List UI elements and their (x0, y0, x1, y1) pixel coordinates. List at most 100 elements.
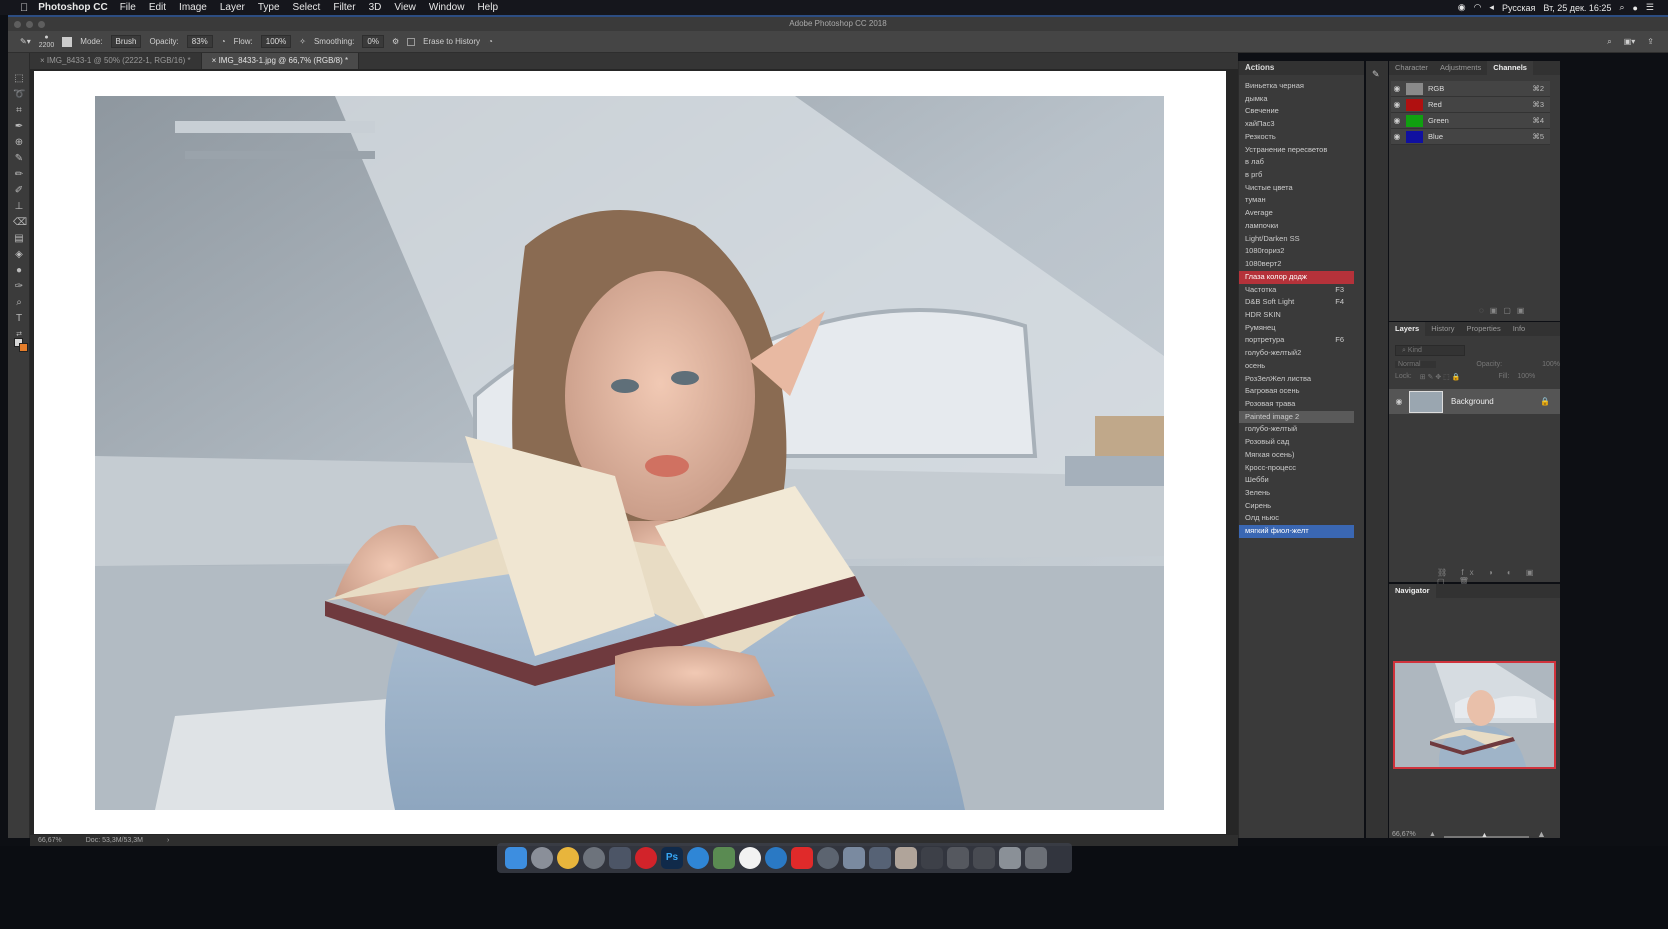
notification-icon[interactable]: ☰ (1646, 2, 1654, 13)
menu-edit[interactable]: Edit (149, 2, 166, 13)
action-item[interactable]: Частотка F3 (1239, 284, 1354, 297)
finder-icon[interactable] (505, 847, 527, 869)
tab-adjustments[interactable]: Adjustments (1434, 61, 1487, 75)
menu-3d[interactable]: 3D (369, 2, 382, 13)
action-item[interactable]: лампочки (1239, 220, 1354, 233)
pencil-tool-icon[interactable]: ✏ (13, 169, 25, 181)
menu-file[interactable]: File (120, 2, 136, 13)
action-item[interactable]: туман (1239, 194, 1354, 207)
action-item[interactable]: голубо-желтый2 (1239, 347, 1354, 360)
action-item[interactable]: Багровая осень (1239, 385, 1354, 398)
healing-tool-icon[interactable]: ⊕ (13, 137, 25, 149)
mixer-brush-tool-icon[interactable]: ✐ (13, 185, 25, 197)
layer-visibility-icon[interactable]: ◉ (1389, 397, 1409, 406)
trash-icon[interactable] (1025, 847, 1047, 869)
folder-icon[interactable] (921, 847, 943, 869)
type-tool-icon[interactable]: T (13, 313, 25, 325)
app-screens-icon[interactable] (843, 847, 865, 869)
launchpad-icon[interactable] (531, 847, 553, 869)
menu-type[interactable]: Type (258, 2, 280, 13)
tab-channels[interactable]: Channels (1487, 61, 1533, 75)
image-capture-icon[interactable] (869, 847, 891, 869)
airbrush-icon[interactable]: ✧ (299, 37, 306, 46)
action-item[interactable]: Average (1239, 207, 1354, 220)
app-compass-icon[interactable] (817, 847, 839, 869)
lasso-tool-icon[interactable]: ➰ (13, 89, 25, 101)
volume-icon[interactable]: ◂ (1489, 2, 1494, 13)
share-icon[interactable]: ⇪ (1647, 37, 1654, 47)
channel-row-rgb[interactable]: ◉ RGB ⌘2 (1391, 81, 1550, 97)
app-w-icon[interactable] (765, 847, 787, 869)
system-preferences-icon[interactable] (583, 847, 605, 869)
dodge-tool-icon[interactable]: ● (13, 265, 25, 277)
navigator-preview[interactable] (1393, 661, 1556, 769)
action-item[interactable]: Шебби (1239, 474, 1354, 487)
pressure-opacity-icon[interactable]: ◔ (221, 37, 226, 46)
gradient-tool-icon[interactable]: ▤ (13, 233, 25, 245)
channel-visibility-icon[interactable]: ◉ (1391, 100, 1403, 109)
menu-filter[interactable]: Filter (333, 2, 355, 13)
actions-panel-title[interactable]: Actions (1239, 61, 1364, 75)
action-item[interactable]: 1080верт2 (1239, 258, 1354, 271)
status-icon[interactable]: ◉ (1458, 2, 1466, 13)
menu-image[interactable]: Image (179, 2, 207, 13)
tab-document-2[interactable]: × IMG_8433-1.jpg @ 66,7% (RGB/8) * (201, 53, 360, 69)
layer-kind-filter[interactable]: ⌕ Kind (1395, 345, 1465, 356)
action-item[interactable]: Розовая трава (1239, 398, 1354, 411)
navigator-zoom[interactable]: 66,67% (1392, 831, 1416, 838)
close-window-button[interactable] (14, 21, 21, 28)
app-menu[interactable]: Photoshop CC (38, 2, 107, 13)
mode-select[interactable]: Brush (110, 35, 142, 48)
layer-lock-icon[interactable]: 🔒 (1540, 397, 1550, 406)
channel-row-red[interactable]: ◉ Red ⌘3 (1391, 97, 1550, 113)
tab-properties[interactable]: Properties (1461, 322, 1507, 336)
crop-tool-icon[interactable]: ⌗ (13, 105, 25, 117)
brush-panel-icon[interactable] (62, 36, 73, 47)
tab-character[interactable]: Character (1389, 61, 1434, 75)
action-item[interactable]: Мягкая осень) (1239, 449, 1354, 462)
zoom-tool-icon[interactable]: ⌕ (13, 297, 25, 309)
menu-view[interactable]: View (394, 2, 416, 13)
lock-icons[interactable]: ⊞ ✎ ✥ ⬚ 🔒 (1420, 373, 1461, 381)
navigator-slider-thumb[interactable]: ▲ (1481, 832, 1488, 839)
opacity-field[interactable]: 83% (186, 35, 213, 48)
action-item[interactable]: в ргб (1239, 169, 1354, 182)
preview-icon[interactable] (609, 847, 631, 869)
tab-layers[interactable]: Layers (1389, 322, 1426, 336)
action-item[interactable]: дымка (1239, 93, 1354, 106)
smoothing-settings-icon[interactable]: ⚙ (392, 37, 399, 46)
action-item[interactable]: Painted image 2 (1239, 410, 1354, 424)
action-item[interactable]: HDR SKIN (1239, 309, 1354, 322)
search-icon[interactable]: ⌕ (1607, 37, 1611, 47)
action-item[interactable]: D&B Soft Light F4 (1239, 296, 1354, 309)
status-arrow-icon[interactable]: › (167, 835, 169, 846)
menu-layer[interactable]: Layer (220, 2, 245, 13)
action-item[interactable]: портретура F6 (1239, 334, 1354, 347)
action-item[interactable]: Устранение пересветов (1239, 144, 1354, 157)
background-color-swatch[interactable] (19, 343, 28, 352)
clock[interactable]: Вт, 25 дек. 16:25 (1543, 3, 1611, 13)
folder-icon-3[interactable] (973, 847, 995, 869)
folder-icon-4[interactable] (999, 847, 1021, 869)
channels-footer-icons[interactable]: ◌▣▢▣ (1479, 306, 1530, 315)
fill-field[interactable]: 100% (1517, 373, 1535, 381)
document-icon[interactable] (895, 847, 917, 869)
wifi-icon[interactable]: ◠ (1474, 2, 1482, 13)
app-red-icon[interactable] (791, 847, 813, 869)
action-item[interactable]: голубо-желтый (1239, 423, 1354, 436)
itunes-icon[interactable] (739, 847, 761, 869)
eraser-tool-icon[interactable]: ⌫ (13, 217, 27, 229)
photo-image[interactable] (95, 96, 1164, 810)
flow-field[interactable]: 100% (260, 35, 292, 48)
brush-preset-picker[interactable]: ● 2200 (39, 34, 55, 50)
language-menu[interactable]: Русская (1502, 3, 1535, 13)
blend-mode-select[interactable]: Normal (1395, 361, 1437, 368)
navigator-title[interactable]: Navigator (1389, 584, 1436, 598)
search-icon[interactable]: ⌕ (1619, 2, 1624, 13)
action-item[interactable]: Чистые цвета (1239, 182, 1354, 195)
action-item[interactable]: Сирень (1239, 500, 1354, 513)
action-item[interactable]: хайПас3 (1239, 118, 1354, 131)
menu-select[interactable]: Select (293, 2, 321, 13)
menu-help[interactable]: Help (477, 2, 498, 13)
action-item[interactable]: Розовый сад (1239, 436, 1354, 449)
